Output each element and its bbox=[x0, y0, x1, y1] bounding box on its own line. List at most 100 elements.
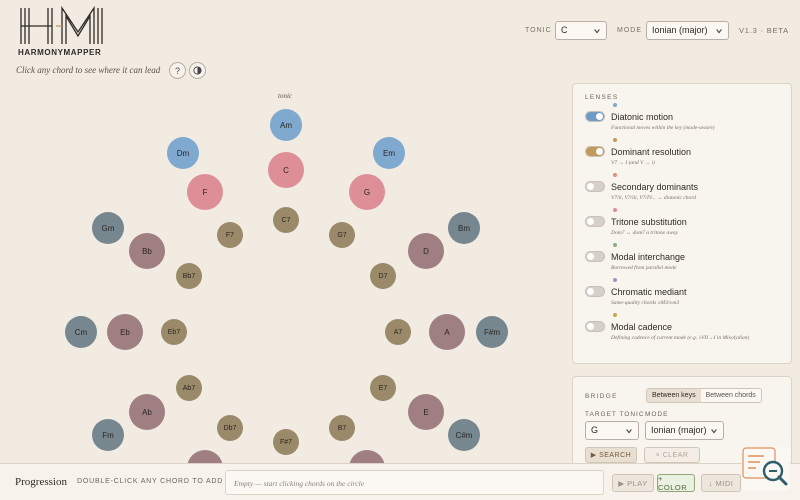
lens-item: Modal interchange Borrowed from parallel … bbox=[585, 243, 771, 280]
chord-node[interactable]: Fm bbox=[92, 419, 124, 451]
chevron-down-icon bbox=[626, 429, 632, 434]
target-tonic-select[interactable]: G bbox=[585, 421, 639, 440]
toggle-knob bbox=[587, 323, 594, 330]
chord-node[interactable]: C bbox=[268, 152, 304, 188]
chord-node[interactable]: F bbox=[187, 174, 223, 210]
logo-wordmark: HARMONYMAPPER bbox=[18, 48, 102, 57]
chord-node[interactable]: Cm bbox=[65, 316, 97, 348]
chord-node[interactable]: Em bbox=[373, 137, 405, 169]
chord-node[interactable]: E bbox=[408, 394, 444, 430]
chord-node[interactable]: Ab7 bbox=[176, 375, 202, 401]
lenses-panel: LENSES Diatonic motion Functional moves w… bbox=[572, 83, 792, 364]
lens-name: Modal cadence bbox=[611, 322, 673, 332]
mode-select[interactable]: Ionian (major) bbox=[646, 21, 729, 40]
progression-hint: DOUBLE-CLICK ANY CHORD TO ADD bbox=[77, 478, 224, 485]
lens-name: Modal interchange bbox=[611, 252, 686, 262]
version-label: V1.3 · BETA bbox=[739, 26, 789, 35]
chord-node[interactable]: F#m bbox=[476, 316, 508, 348]
chord-node[interactable]: D bbox=[408, 233, 444, 269]
lens-name: Chromatic mediant bbox=[611, 287, 687, 297]
lens-desc: V7 → I (and V → i) bbox=[611, 160, 655, 166]
color-button[interactable]: + COLOR bbox=[657, 474, 695, 492]
tab-between-chords[interactable]: Between chords bbox=[700, 389, 761, 402]
lens-name: Diatonic motion bbox=[611, 112, 674, 122]
lens-item: Chromatic mediant Same-quality chords ±M3… bbox=[585, 278, 771, 315]
chord-node[interactable]: Bm bbox=[448, 212, 480, 244]
clear-button[interactable]: × CLEAR bbox=[644, 447, 700, 463]
bridge-mode-label: MODE bbox=[645, 411, 669, 418]
search-button[interactable]: ▶ SEARCH bbox=[585, 447, 637, 463]
toggle-knob bbox=[587, 253, 594, 260]
lens-color-dot bbox=[613, 103, 617, 107]
chord-node[interactable]: F#7 bbox=[273, 429, 299, 455]
lenses-title: LENSES bbox=[585, 94, 619, 101]
chord-node[interactable]: Am bbox=[270, 109, 302, 141]
lens-toggle[interactable] bbox=[585, 181, 605, 192]
chord-node[interactable]: F7 bbox=[217, 222, 243, 248]
lens-color-dot bbox=[613, 138, 617, 142]
chord-node[interactable]: C#m bbox=[448, 419, 480, 451]
lens-color-dot bbox=[613, 173, 617, 177]
search-magnifier-icon bbox=[742, 447, 788, 486]
chord-node[interactable]: D7 bbox=[370, 263, 396, 289]
progression-bar: Progression DOUBLE-CLICK ANY CHORD TO AD… bbox=[0, 463, 800, 500]
chord-node[interactable]: Ab bbox=[129, 394, 165, 430]
chord-node[interactable]: Gm bbox=[92, 212, 124, 244]
chord-node[interactable]: Eb bbox=[107, 314, 143, 350]
lens-toggle[interactable] bbox=[585, 111, 605, 122]
overlay-widget[interactable] bbox=[742, 447, 790, 491]
chord-node[interactable]: Bb bbox=[129, 233, 165, 269]
lens-color-dot bbox=[613, 278, 617, 282]
lens-item: Secondary dominants V7/ii, V7/iii, V7/IV.… bbox=[585, 173, 771, 210]
chord-node[interactable]: A7 bbox=[385, 319, 411, 345]
tonic-label: TONIC bbox=[525, 27, 552, 34]
bridge-mode-select[interactable]: Ionian (major) bbox=[645, 421, 724, 440]
target-tonic-label: TARGET TONIC bbox=[585, 411, 645, 418]
chord-node[interactable]: A bbox=[429, 314, 465, 350]
lens-toggle[interactable] bbox=[585, 216, 605, 227]
lens-name: Dominant resolution bbox=[611, 147, 692, 157]
play-button[interactable]: ▶ PLAY bbox=[612, 474, 654, 492]
lens-toggle[interactable] bbox=[585, 321, 605, 332]
lens-name: Secondary dominants bbox=[611, 182, 699, 192]
toggle-knob bbox=[587, 183, 594, 190]
tonic-caption: tonic bbox=[278, 92, 292, 100]
chord-node[interactable]: Dm bbox=[167, 137, 199, 169]
lens-toggle[interactable] bbox=[585, 146, 605, 157]
toggle-knob bbox=[587, 218, 594, 225]
chord-node[interactable]: Db7 bbox=[217, 415, 243, 441]
toggle-knob bbox=[596, 113, 603, 120]
help-button[interactable]: ? bbox=[169, 62, 186, 79]
toggle-knob bbox=[596, 148, 603, 155]
mode-label: MODE bbox=[617, 27, 642, 34]
lens-color-dot bbox=[613, 208, 617, 212]
midi-button[interactable]: ↓ MIDI bbox=[701, 474, 741, 492]
lens-name: Tritone substitution bbox=[611, 217, 687, 227]
lens-item: Modal cadence Defining cadence of current… bbox=[585, 313, 771, 350]
bridge-mode-tabs: Between keys Between chords bbox=[646, 388, 762, 403]
chord-node[interactable]: G7 bbox=[329, 222, 355, 248]
chevron-down-icon bbox=[711, 429, 717, 434]
chevron-down-icon bbox=[716, 29, 722, 34]
chord-node[interactable]: Eb7 bbox=[161, 319, 187, 345]
theme-toggle-button[interactable] bbox=[189, 62, 206, 79]
lens-desc: Functional moves within the key (mode-aw… bbox=[611, 125, 715, 131]
app-logo: HARMONYMAPPER bbox=[18, 6, 108, 58]
lens-desc: Same-quality chords ±M3/±m3 bbox=[611, 300, 680, 306]
lens-toggle[interactable] bbox=[585, 251, 605, 262]
lens-desc: Defining cadence of current mode (e.g. ♭… bbox=[611, 335, 750, 341]
chord-node[interactable]: Bb7 bbox=[176, 263, 202, 289]
lens-toggle[interactable] bbox=[585, 286, 605, 297]
toggle-knob bbox=[587, 288, 594, 295]
contrast-icon bbox=[193, 66, 202, 75]
lens-item: Diatonic motion Functional moves within t… bbox=[585, 103, 771, 140]
chord-node[interactable]: E7 bbox=[370, 375, 396, 401]
tab-between-keys[interactable]: Between keys bbox=[647, 389, 701, 402]
lens-color-dot bbox=[613, 243, 617, 247]
lens-desc: V7/ii, V7/iii, V7/IV... → diatonic chord bbox=[611, 195, 696, 201]
chord-node[interactable]: B7 bbox=[329, 415, 355, 441]
chord-node[interactable]: G bbox=[349, 174, 385, 210]
progression-slot[interactable]: Empty — start clicking chords on the cir… bbox=[225, 470, 604, 495]
tonic-select[interactable]: C bbox=[555, 21, 607, 40]
chord-node[interactable]: C7 bbox=[273, 207, 299, 233]
